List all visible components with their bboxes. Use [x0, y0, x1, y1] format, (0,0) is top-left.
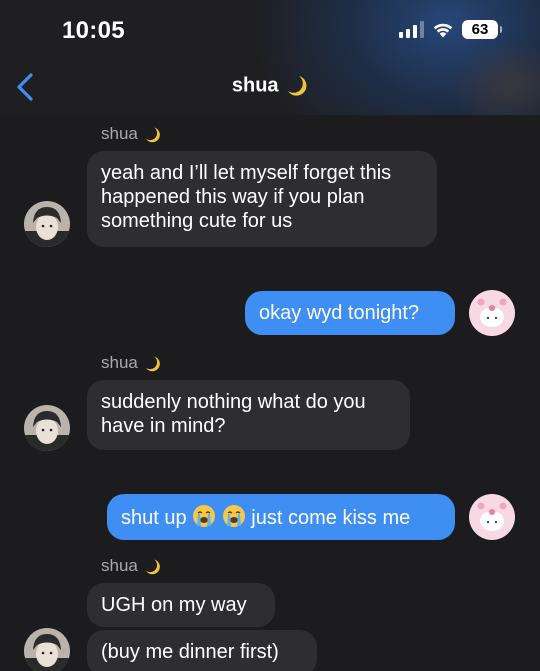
- contact-avatar[interactable]: [24, 201, 70, 247]
- user-avatar[interactable]: [469, 290, 515, 336]
- message-line: suddenly nothing what do you: [101, 391, 366, 413]
- loudly-crying-face-icon: [222, 505, 245, 527]
- incoming-message-bubble[interactable]: yeah and I’ll let myself forget this hap…: [87, 151, 437, 247]
- chat-header: 10:05 63 shua: [0, 0, 540, 115]
- outgoing-message-bubble[interactable]: shut up just come kiss me: [107, 494, 455, 540]
- message-line: happened this way if you plan: [101, 186, 365, 208]
- moon-icon: [145, 356, 160, 371]
- user-avatar[interactable]: [469, 494, 515, 540]
- wifi-icon: [433, 23, 453, 38]
- contact-avatar[interactable]: [24, 405, 70, 451]
- battery-indicator: 63: [462, 20, 502, 39]
- sender-label: shua: [101, 353, 161, 373]
- conversation-title[interactable]: shua: [0, 74, 540, 98]
- outgoing-message-bubble[interactable]: okay wyd tonight?: [245, 291, 455, 335]
- sender-label: shua: [101, 556, 161, 576]
- moon-icon: [145, 127, 160, 142]
- contact-avatar[interactable]: [24, 628, 70, 671]
- message-text: just come kiss me: [251, 507, 411, 529]
- incoming-message-bubble[interactable]: UGH on my way: [87, 583, 275, 627]
- incoming-message-bubble[interactable]: (buy me dinner first): [87, 630, 317, 671]
- message-line: have in mind?: [101, 415, 226, 437]
- message-line: yeah and I’ll let myself forget this: [101, 162, 392, 184]
- sender-label: shua: [101, 124, 161, 144]
- loudly-crying-face-icon: [193, 505, 216, 527]
- cellular-signal-icon: [399, 21, 424, 38]
- moon-icon: [145, 559, 160, 574]
- contact-name: shua: [231, 74, 279, 97]
- chat-screen: 10:05 63 shua shua yeah and I’ll let mys…: [0, 0, 540, 671]
- incoming-message-bubble[interactable]: suddenly nothing what do you have in min…: [87, 380, 410, 450]
- status-time: 10:05: [62, 17, 125, 44]
- message-text: shut up: [121, 507, 187, 529]
- message-line: something cute for us: [101, 210, 293, 232]
- moon-icon: [288, 76, 307, 96]
- status-indicators: 63: [399, 20, 502, 39]
